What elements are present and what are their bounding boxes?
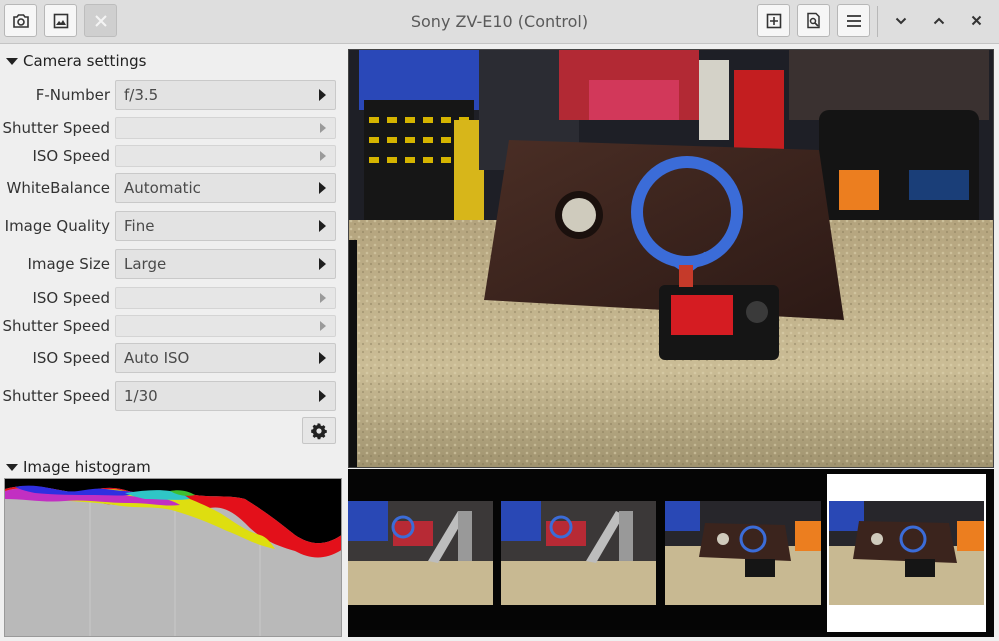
zoom-document-icon xyxy=(806,12,820,29)
filmstrip xyxy=(348,469,994,637)
histogram-title: Image histogram xyxy=(23,458,151,476)
setting-label: Image Size xyxy=(27,255,110,273)
setting-label: Shutter Speed xyxy=(2,317,110,335)
thumbnail[interactable] xyxy=(665,501,821,605)
setting-value-button[interactable] xyxy=(115,315,336,337)
preview-image xyxy=(349,50,993,467)
image-icon xyxy=(53,13,68,28)
thumbnail-image xyxy=(829,501,984,605)
thumbnail[interactable] xyxy=(501,501,656,605)
setting-value: f/3.5 xyxy=(124,86,159,104)
thumbnail-image xyxy=(501,501,656,605)
title-bar: Sony ZV-E10 (Control) xyxy=(0,0,999,44)
setting-label: ISO Speed xyxy=(32,147,110,165)
expand-triangle-icon xyxy=(6,57,18,65)
chevron-right-icon xyxy=(319,390,326,402)
setting-value: Automatic xyxy=(124,179,201,197)
setting-value: 1/30 xyxy=(124,387,158,405)
minimize-button[interactable] xyxy=(884,4,917,37)
chevron-right-icon xyxy=(319,258,326,270)
setting-value-button[interactable]: Large xyxy=(115,249,336,279)
setting-label: ISO Speed xyxy=(32,289,110,307)
chevron-right-icon xyxy=(320,151,326,161)
histogram-header[interactable]: Image histogram xyxy=(6,457,151,477)
thumbnail-image xyxy=(665,501,821,605)
chevron-right-icon xyxy=(319,182,326,194)
focus-target-icon xyxy=(766,13,781,28)
setting-value-button[interactable]: Automatic xyxy=(115,173,336,203)
histogram-svg xyxy=(5,479,341,636)
setting-value-button[interactable]: 1/30 xyxy=(115,381,336,411)
gallery-button[interactable] xyxy=(44,4,77,37)
close-capture-icon xyxy=(94,14,107,27)
thumbnail-selected[interactable] xyxy=(829,501,984,605)
setting-value-button[interactable] xyxy=(115,145,336,167)
chevron-right-icon xyxy=(319,220,326,232)
toolbar-separator xyxy=(877,6,878,37)
setting-value-button[interactable] xyxy=(115,117,336,139)
camera-icon xyxy=(12,13,29,28)
main-menu-button[interactable] xyxy=(837,4,870,37)
setting-label: WhiteBalance xyxy=(6,179,110,197)
chevron-right-icon xyxy=(319,89,326,101)
camera-settings-title: Camera settings xyxy=(23,52,147,70)
expand-triangle-icon xyxy=(6,463,18,471)
setting-label: F-Number xyxy=(35,86,110,104)
thumbnail[interactable] xyxy=(348,501,493,605)
setting-value-button[interactable]: Auto ISO xyxy=(115,343,336,373)
setting-value-button[interactable] xyxy=(115,287,336,309)
live-preview[interactable] xyxy=(348,49,994,468)
setting-value-button[interactable]: Fine xyxy=(115,211,336,241)
thumbnail-image xyxy=(348,501,493,605)
setting-label: Shutter Speed xyxy=(2,119,110,137)
capture-button[interactable] xyxy=(4,4,37,37)
camera-settings-gear-button[interactable] xyxy=(302,417,336,444)
maximize-icon xyxy=(933,17,944,24)
setting-value-button[interactable]: f/3.5 xyxy=(115,80,336,110)
hamburger-menu-icon xyxy=(846,14,861,27)
minimize-icon xyxy=(895,17,906,24)
histogram-plot xyxy=(4,478,342,637)
setting-value: Auto ISO xyxy=(124,349,190,367)
setting-label: Shutter Speed xyxy=(2,387,110,405)
window-title: Sony ZV-E10 (Control) xyxy=(410,12,589,31)
chevron-right-icon xyxy=(320,123,326,133)
focus-button[interactable] xyxy=(757,4,790,37)
chevron-right-icon xyxy=(320,293,326,303)
cancel-button[interactable] xyxy=(84,4,117,37)
camera-settings-header[interactable]: Camera settings xyxy=(6,51,146,71)
maximize-button[interactable] xyxy=(922,4,955,37)
zoom-button[interactable] xyxy=(797,4,830,37)
gear-icon xyxy=(311,422,327,439)
setting-label: Image Quality xyxy=(4,217,110,235)
close-button[interactable] xyxy=(960,4,993,37)
setting-value: Fine xyxy=(124,217,155,235)
close-icon xyxy=(971,15,982,26)
setting-value: Large xyxy=(124,255,167,273)
setting-label: ISO Speed xyxy=(32,349,110,367)
chevron-right-icon xyxy=(320,321,326,331)
chevron-right-icon xyxy=(319,352,326,364)
